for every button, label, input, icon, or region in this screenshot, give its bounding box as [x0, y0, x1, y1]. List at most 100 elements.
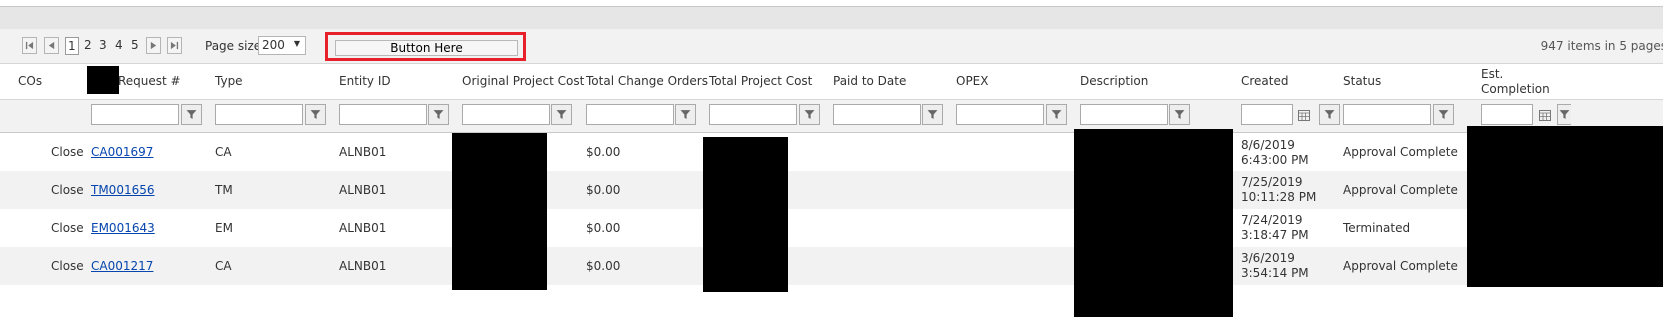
filter-request-input[interactable]: [91, 104, 179, 125]
funnel-icon: [1559, 110, 1570, 119]
col-cos[interactable]: COs: [18, 74, 42, 88]
funnel-icon: [433, 110, 444, 119]
est-completion-date-picker[interactable]: [1535, 104, 1554, 125]
col-entity-id[interactable]: Entity ID: [339, 74, 391, 88]
page-size-value: 200: [262, 38, 285, 52]
request-link[interactable]: EM001643: [91, 221, 155, 235]
filter-opex-button[interactable]: [1046, 104, 1067, 125]
redacted-block: [703, 137, 788, 292]
col-description[interactable]: Description: [1080, 74, 1148, 88]
page-size-label: Page size:: [205, 39, 266, 53]
funnel-icon: [1438, 110, 1449, 119]
change-orders-cell: $0.00: [586, 221, 621, 235]
page-link-1[interactable]: 1: [65, 37, 79, 55]
filter-status-input[interactable]: [1343, 104, 1431, 125]
filter-opex-input[interactable]: [956, 104, 1044, 125]
filter-created-button[interactable]: [1319, 104, 1340, 125]
filter-created-input[interactable]: [1241, 104, 1293, 125]
filter-est-completion-input[interactable]: [1481, 104, 1533, 125]
funnel-icon: [1051, 110, 1062, 119]
table-row: Close CA001697 CA ALNB01 $0.00 8/6/2019 …: [0, 133, 1663, 171]
col-type[interactable]: Type: [215, 74, 243, 88]
col-created[interactable]: Created: [1241, 74, 1289, 88]
col-request[interactable]: Request #: [118, 74, 181, 88]
page-link-4[interactable]: 4: [115, 38, 123, 52]
page-link-5[interactable]: 5: [131, 38, 139, 52]
request-link[interactable]: CA001217: [91, 259, 153, 273]
col-opex[interactable]: OPEX: [956, 74, 988, 88]
filter-entity-input[interactable]: [339, 104, 427, 125]
filter-change-orders-input[interactable]: [586, 104, 674, 125]
type-cell: CA: [215, 145, 232, 159]
change-orders-cell: $0.00: [586, 145, 621, 159]
page-link-2[interactable]: 2: [84, 38, 92, 52]
filter-description-input[interactable]: [1080, 104, 1168, 125]
funnel-icon: [680, 110, 691, 119]
status-cell: Approval Complete: [1343, 259, 1458, 273]
filter-type-button[interactable]: [305, 104, 326, 125]
created-cell: 7/24/2019 3:18:47 PM: [1241, 213, 1309, 242]
filter-est-completion-button[interactable]: [1557, 104, 1571, 125]
filter-entity-button[interactable]: [428, 104, 449, 125]
next-page-icon: [150, 41, 157, 50]
change-orders-cell: $0.00: [586, 259, 621, 273]
next-page-button[interactable]: [146, 37, 161, 54]
funnel-icon: [804, 110, 815, 119]
created-cell: 3/6/2019 3:54:14 PM: [1241, 251, 1309, 280]
table-row: Close EM001643 EM ALNB01 $0.00 7/24/2019…: [0, 209, 1663, 247]
last-page-button[interactable]: [167, 37, 182, 54]
col-total-project-cost[interactable]: Total Project Cost: [709, 74, 812, 88]
col-total-change-orders[interactable]: Total Change Orders: [586, 74, 708, 88]
created-date-picker[interactable]: [1294, 104, 1313, 125]
previous-page-button[interactable]: [44, 37, 59, 54]
filter-paid-button[interactable]: [922, 104, 943, 125]
col-paid-to-date[interactable]: Paid to Date: [833, 74, 906, 88]
table-row: Close CA001217 CA ALNB01 $0.00 3/6/2019 …: [0, 247, 1663, 285]
row-close-link[interactable]: Close: [51, 183, 84, 197]
filter-description-button[interactable]: [1169, 104, 1190, 125]
redacted-block: [1074, 129, 1233, 317]
request-link[interactable]: CA001697: [91, 145, 153, 159]
funnel-icon: [186, 110, 197, 119]
change-orders-cell: $0.00: [586, 183, 621, 197]
filter-status-button[interactable]: [1433, 104, 1454, 125]
filter-project-cost-button[interactable]: [799, 104, 820, 125]
filter-original-cost-button[interactable]: [551, 104, 572, 125]
filter-type-input[interactable]: [215, 104, 303, 125]
funnel-icon: [1174, 110, 1185, 119]
chevron-down-icon: ▼: [293, 39, 300, 48]
first-page-icon: [25, 41, 34, 50]
filter-request-button[interactable]: [181, 104, 202, 125]
redacted-block: [87, 66, 119, 94]
filter-original-cost-input[interactable]: [462, 104, 550, 125]
page-size-select[interactable]: 200 ▼: [258, 36, 306, 55]
funnel-icon: [927, 110, 938, 119]
col-original-cost[interactable]: Original Project Cost: [462, 74, 584, 88]
group-panel: [0, 6, 1663, 30]
custom-button[interactable]: Button Here: [335, 40, 518, 56]
funnel-icon: [310, 110, 321, 119]
filter-paid-input[interactable]: [833, 104, 921, 125]
items-count: 947 items in 5 pages: [1540, 39, 1663, 53]
entity-cell: ALNB01: [339, 183, 387, 197]
page-link-3[interactable]: 3: [99, 38, 107, 52]
col-status[interactable]: Status: [1343, 74, 1381, 88]
request-link[interactable]: TM001656: [91, 183, 155, 197]
filter-change-orders-button[interactable]: [675, 104, 696, 125]
redacted-block: [1467, 126, 1663, 287]
calendar-icon: [1297, 109, 1310, 121]
entity-cell: ALNB01: [339, 221, 387, 235]
redacted-block: [452, 133, 547, 290]
entity-cell: ALNB01: [339, 259, 387, 273]
row-close-link[interactable]: Close: [51, 145, 84, 159]
created-cell: 7/25/2019 10:11:28 PM: [1241, 175, 1317, 204]
type-cell: TM: [215, 183, 233, 197]
row-close-link[interactable]: Close: [51, 221, 84, 235]
funnel-icon: [556, 110, 567, 119]
filter-project-cost-input[interactable]: [709, 104, 797, 125]
type-cell: EM: [215, 221, 233, 235]
status-cell: Approval Complete: [1343, 145, 1458, 159]
first-page-button[interactable]: [22, 37, 37, 54]
row-close-link[interactable]: Close: [51, 259, 84, 273]
entity-cell: ALNB01: [339, 145, 387, 159]
